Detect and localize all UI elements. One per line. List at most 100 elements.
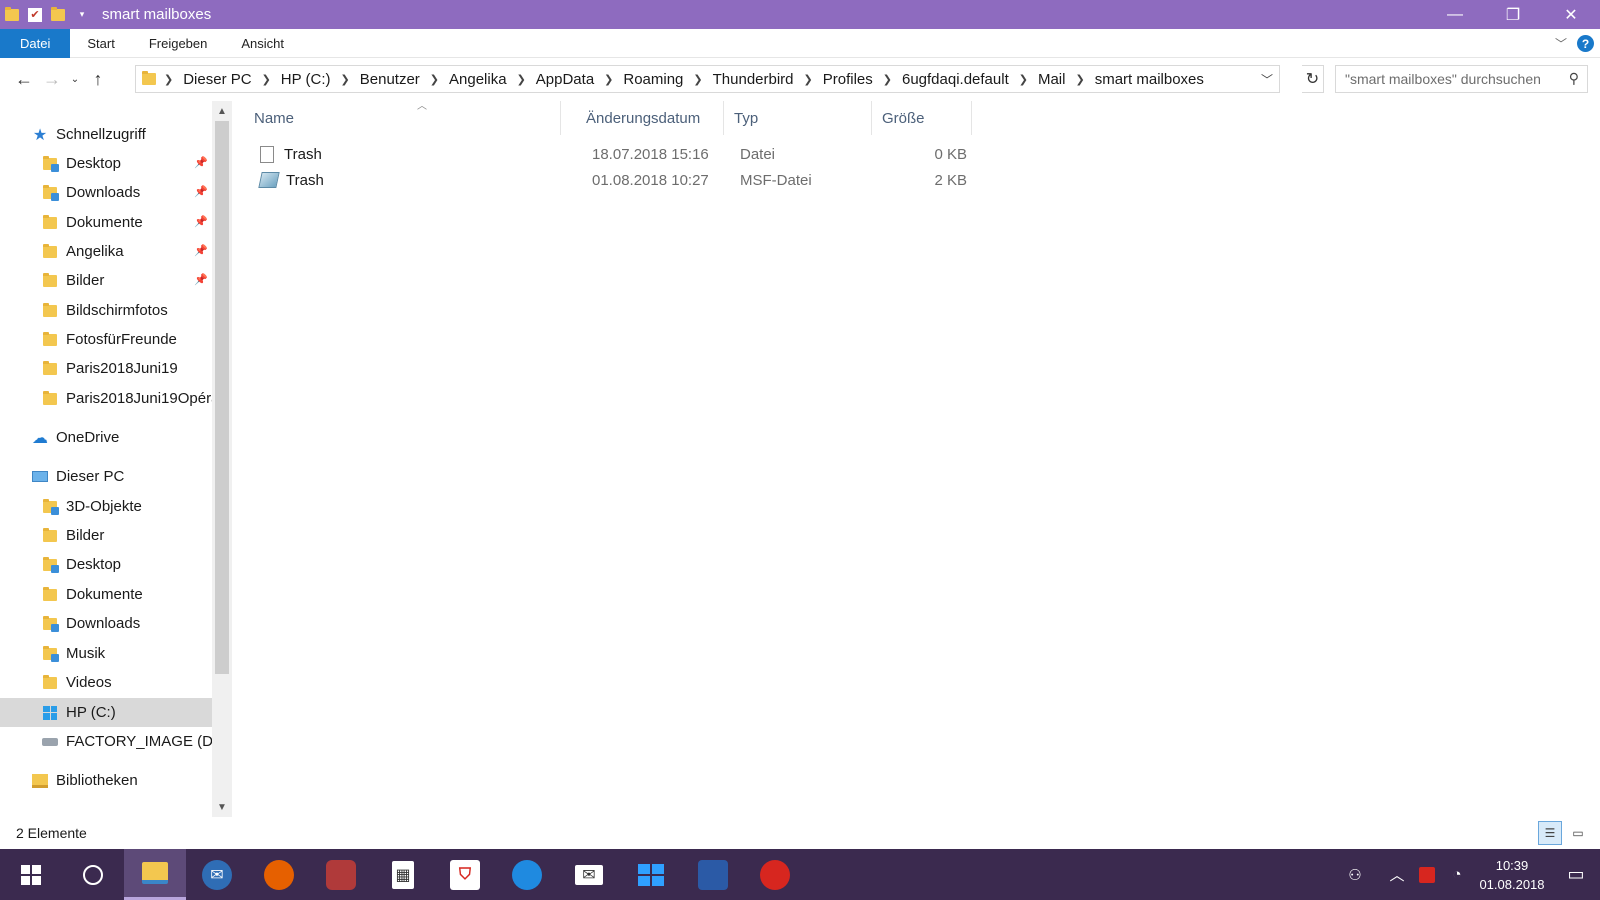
sidebar-item-music[interactable]: Musik <box>0 639 212 668</box>
taskbar-security-app[interactable]: ⛉ <box>434 849 496 900</box>
chevron-right-icon[interactable]: ❯ <box>1075 73 1084 86</box>
breadcrumb-mail[interactable]: Mail <box>1038 71 1066 88</box>
taskbar-thunderbird[interactable]: ✉ <box>186 849 248 900</box>
column-header-type[interactable]: Typ <box>725 101 872 135</box>
sidebar-item-documents-pinned[interactable]: Dokumente 📌 <box>0 208 212 237</box>
cortana-button[interactable] <box>62 849 124 900</box>
up-arrow-icon[interactable]: ↑ <box>84 65 112 93</box>
sidebar-item-onedrive[interactable]: ☁ OneDrive <box>0 423 212 452</box>
pin-icon[interactable]: 📌 <box>194 156 208 169</box>
chevron-down-icon[interactable]: ﹀ <box>1261 71 1273 88</box>
sidebar-item-fotosfuerfreunde[interactable]: FotosfürFreunde <box>0 325 212 354</box>
taskbar-mail[interactable]: ✉ <box>558 849 620 900</box>
minimize-button[interactable]: — <box>1426 0 1484 29</box>
properties-icon[interactable]: ✔ <box>28 7 42 22</box>
help-icon[interactable]: ? <box>1577 35 1594 52</box>
taskbar-store[interactable] <box>620 849 682 900</box>
taskbar-pdf-app[interactable] <box>744 849 806 900</box>
start-button[interactable] <box>0 849 62 900</box>
chevron-right-icon[interactable]: ❯ <box>164 73 173 86</box>
scroll-up-icon[interactable]: ▲ <box>212 101 232 121</box>
breadcrumb-benutzer[interactable]: Benutzer <box>360 71 420 88</box>
search-box[interactable]: ⚲ <box>1335 65 1588 93</box>
chevron-right-icon[interactable]: ❯ <box>430 73 439 86</box>
taskbar-firefox[interactable] <box>248 849 310 900</box>
search-input[interactable] <box>1345 71 1560 87</box>
breadcrumb-appdata[interactable]: AppData <box>536 71 594 88</box>
back-arrow-icon[interactable]: ← <box>10 65 38 93</box>
sidebar-item-bildschirmfotos[interactable]: Bildschirmfotos <box>0 296 212 325</box>
taskbar-app-paint[interactable] <box>310 849 372 900</box>
breadcrumb-angelika[interactable]: Angelika <box>449 71 507 88</box>
taskbar-media-app[interactable] <box>682 849 744 900</box>
details-view-icon[interactable]: ☰ <box>1538 821 1562 845</box>
sidebar-item-this-pc[interactable]: Dieser PC <box>0 462 212 491</box>
breadcrumb-smart-mailboxes[interactable]: smart mailboxes <box>1095 71 1204 88</box>
sidebar-item-libraries[interactable]: Bibliotheken <box>0 766 212 795</box>
forward-arrow-icon[interactable]: → <box>38 65 66 93</box>
sidebar-item-desktop-pinned[interactable]: Desktop 📌 <box>0 149 212 178</box>
show-hidden-icons-icon[interactable]: ︿ <box>1382 864 1412 885</box>
column-header-name[interactable]: ︿ Name <box>245 101 561 135</box>
search-icon[interactable]: ⚲ <box>1569 70 1579 87</box>
sidebar-item-paris2018juni19opera[interactable]: Paris2018Juni19Opéra( <box>0 384 212 413</box>
chevron-right-icon[interactable]: ❯ <box>262 73 271 86</box>
chevron-right-icon[interactable]: ❯ <box>517 73 526 86</box>
sidebar-item-paris2018juni19[interactable]: Paris2018Juni19 <box>0 354 212 383</box>
chevron-right-icon[interactable]: ❯ <box>1019 73 1028 86</box>
chevron-right-icon[interactable]: ❯ <box>693 73 702 86</box>
wifi-icon[interactable]: ◔ <box>1442 866 1472 883</box>
sidebar-item-pictures[interactable]: Bilder <box>0 521 212 550</box>
taskbar-file-explorer[interactable] <box>124 849 186 900</box>
chevron-right-icon[interactable]: ❯ <box>604 73 613 86</box>
breadcrumb-profile-folder[interactable]: 6ugfdaqi.default <box>902 71 1009 88</box>
refresh-icon[interactable]: ↻ <box>1302 65 1324 93</box>
action-center-icon[interactable]: ▭ <box>1552 849 1600 900</box>
sidebar-item-hp-c-drive[interactable]: HP (C:) <box>0 698 212 727</box>
sidebar-item-angelika-pinned[interactable]: Angelika 📌 <box>0 237 212 266</box>
chevron-right-icon[interactable]: ❯ <box>341 73 350 86</box>
sidebar-item-documents[interactable]: Dokumente <box>0 580 212 609</box>
clock[interactable]: 10:39 01.08.2018 <box>1472 856 1552 894</box>
customize-toolbar-icon[interactable]: ▾ <box>74 7 90 23</box>
close-button[interactable]: ✕ <box>1542 0 1600 29</box>
recent-locations-icon[interactable]: ⌄ <box>66 65 84 93</box>
maximize-button[interactable]: ❐ <box>1484 0 1542 29</box>
sidebar-item-quick-access[interactable]: ★ Schnellzugriff <box>0 120 212 149</box>
scroll-down-icon[interactable]: ▼ <box>212 797 232 817</box>
pin-icon[interactable]: 📌 <box>194 244 208 257</box>
address-bar[interactable]: ❯ Dieser PC ❯ HP (C:) ❯ Benutzer ❯ Angel… <box>135 65 1280 93</box>
breadcrumb-roaming[interactable]: Roaming <box>623 71 683 88</box>
tab-ansicht[interactable]: Ansicht <box>224 29 301 58</box>
pin-icon[interactable]: 📌 <box>194 185 208 198</box>
taskbar-mail-client[interactable] <box>496 849 558 900</box>
column-header-date[interactable]: Änderungsdatum <box>577 101 724 135</box>
expand-ribbon-icon[interactable]: ﹀ <box>1555 35 1567 52</box>
breadcrumb-thunderbird[interactable]: Thunderbird <box>713 71 794 88</box>
tab-start[interactable]: Start <box>70 29 131 58</box>
people-icon[interactable]: ⚇ <box>1340 866 1370 884</box>
sidebar-item-3d-objects[interactable]: 3D-Objekte <box>0 492 212 521</box>
file-row[interactable]: Trash 01.08.2018 10:27 MSF-Datei 2 KB <box>252 167 1212 193</box>
sidebar-item-videos[interactable]: Videos <box>0 668 212 697</box>
sidebar-item-downloads-pinned[interactable]: Downloads 📌 <box>0 178 212 207</box>
large-icons-view-icon[interactable]: ▭ <box>1566 821 1590 845</box>
taskbar-calculator[interactable]: ▦ <box>372 849 434 900</box>
scrollbar-thumb[interactable] <box>215 121 229 674</box>
column-header-size[interactable]: Größe <box>873 101 972 135</box>
pin-icon[interactable]: 📌 <box>194 273 208 286</box>
chevron-right-icon[interactable]: ❯ <box>804 73 813 86</box>
sidebar-scrollbar[interactable]: ▲ ▼ <box>212 101 232 817</box>
sidebar-item-desktop[interactable]: Desktop <box>0 550 212 579</box>
file-row[interactable]: Trash 18.07.2018 15:16 Datei 0 KB <box>252 141 1212 167</box>
sidebar-item-factory-image-drive[interactable]: FACTORY_IMAGE (D:) <box>0 727 212 756</box>
breadcrumb-profiles[interactable]: Profiles <box>823 71 873 88</box>
pin-icon[interactable]: 📌 <box>194 215 208 228</box>
breadcrumb-dieser-pc[interactable]: Dieser PC <box>183 71 251 88</box>
sidebar-item-downloads[interactable]: Downloads <box>0 609 212 638</box>
antivirus-tray-icon[interactable] <box>1412 866 1442 883</box>
breadcrumb-hp-c[interactable]: HP (C:) <box>281 71 331 88</box>
tab-freigeben[interactable]: Freigeben <box>132 29 225 58</box>
sidebar-item-pictures-pinned[interactable]: Bilder 📌 <box>0 266 212 295</box>
new-folder-icon[interactable] <box>50 6 66 23</box>
